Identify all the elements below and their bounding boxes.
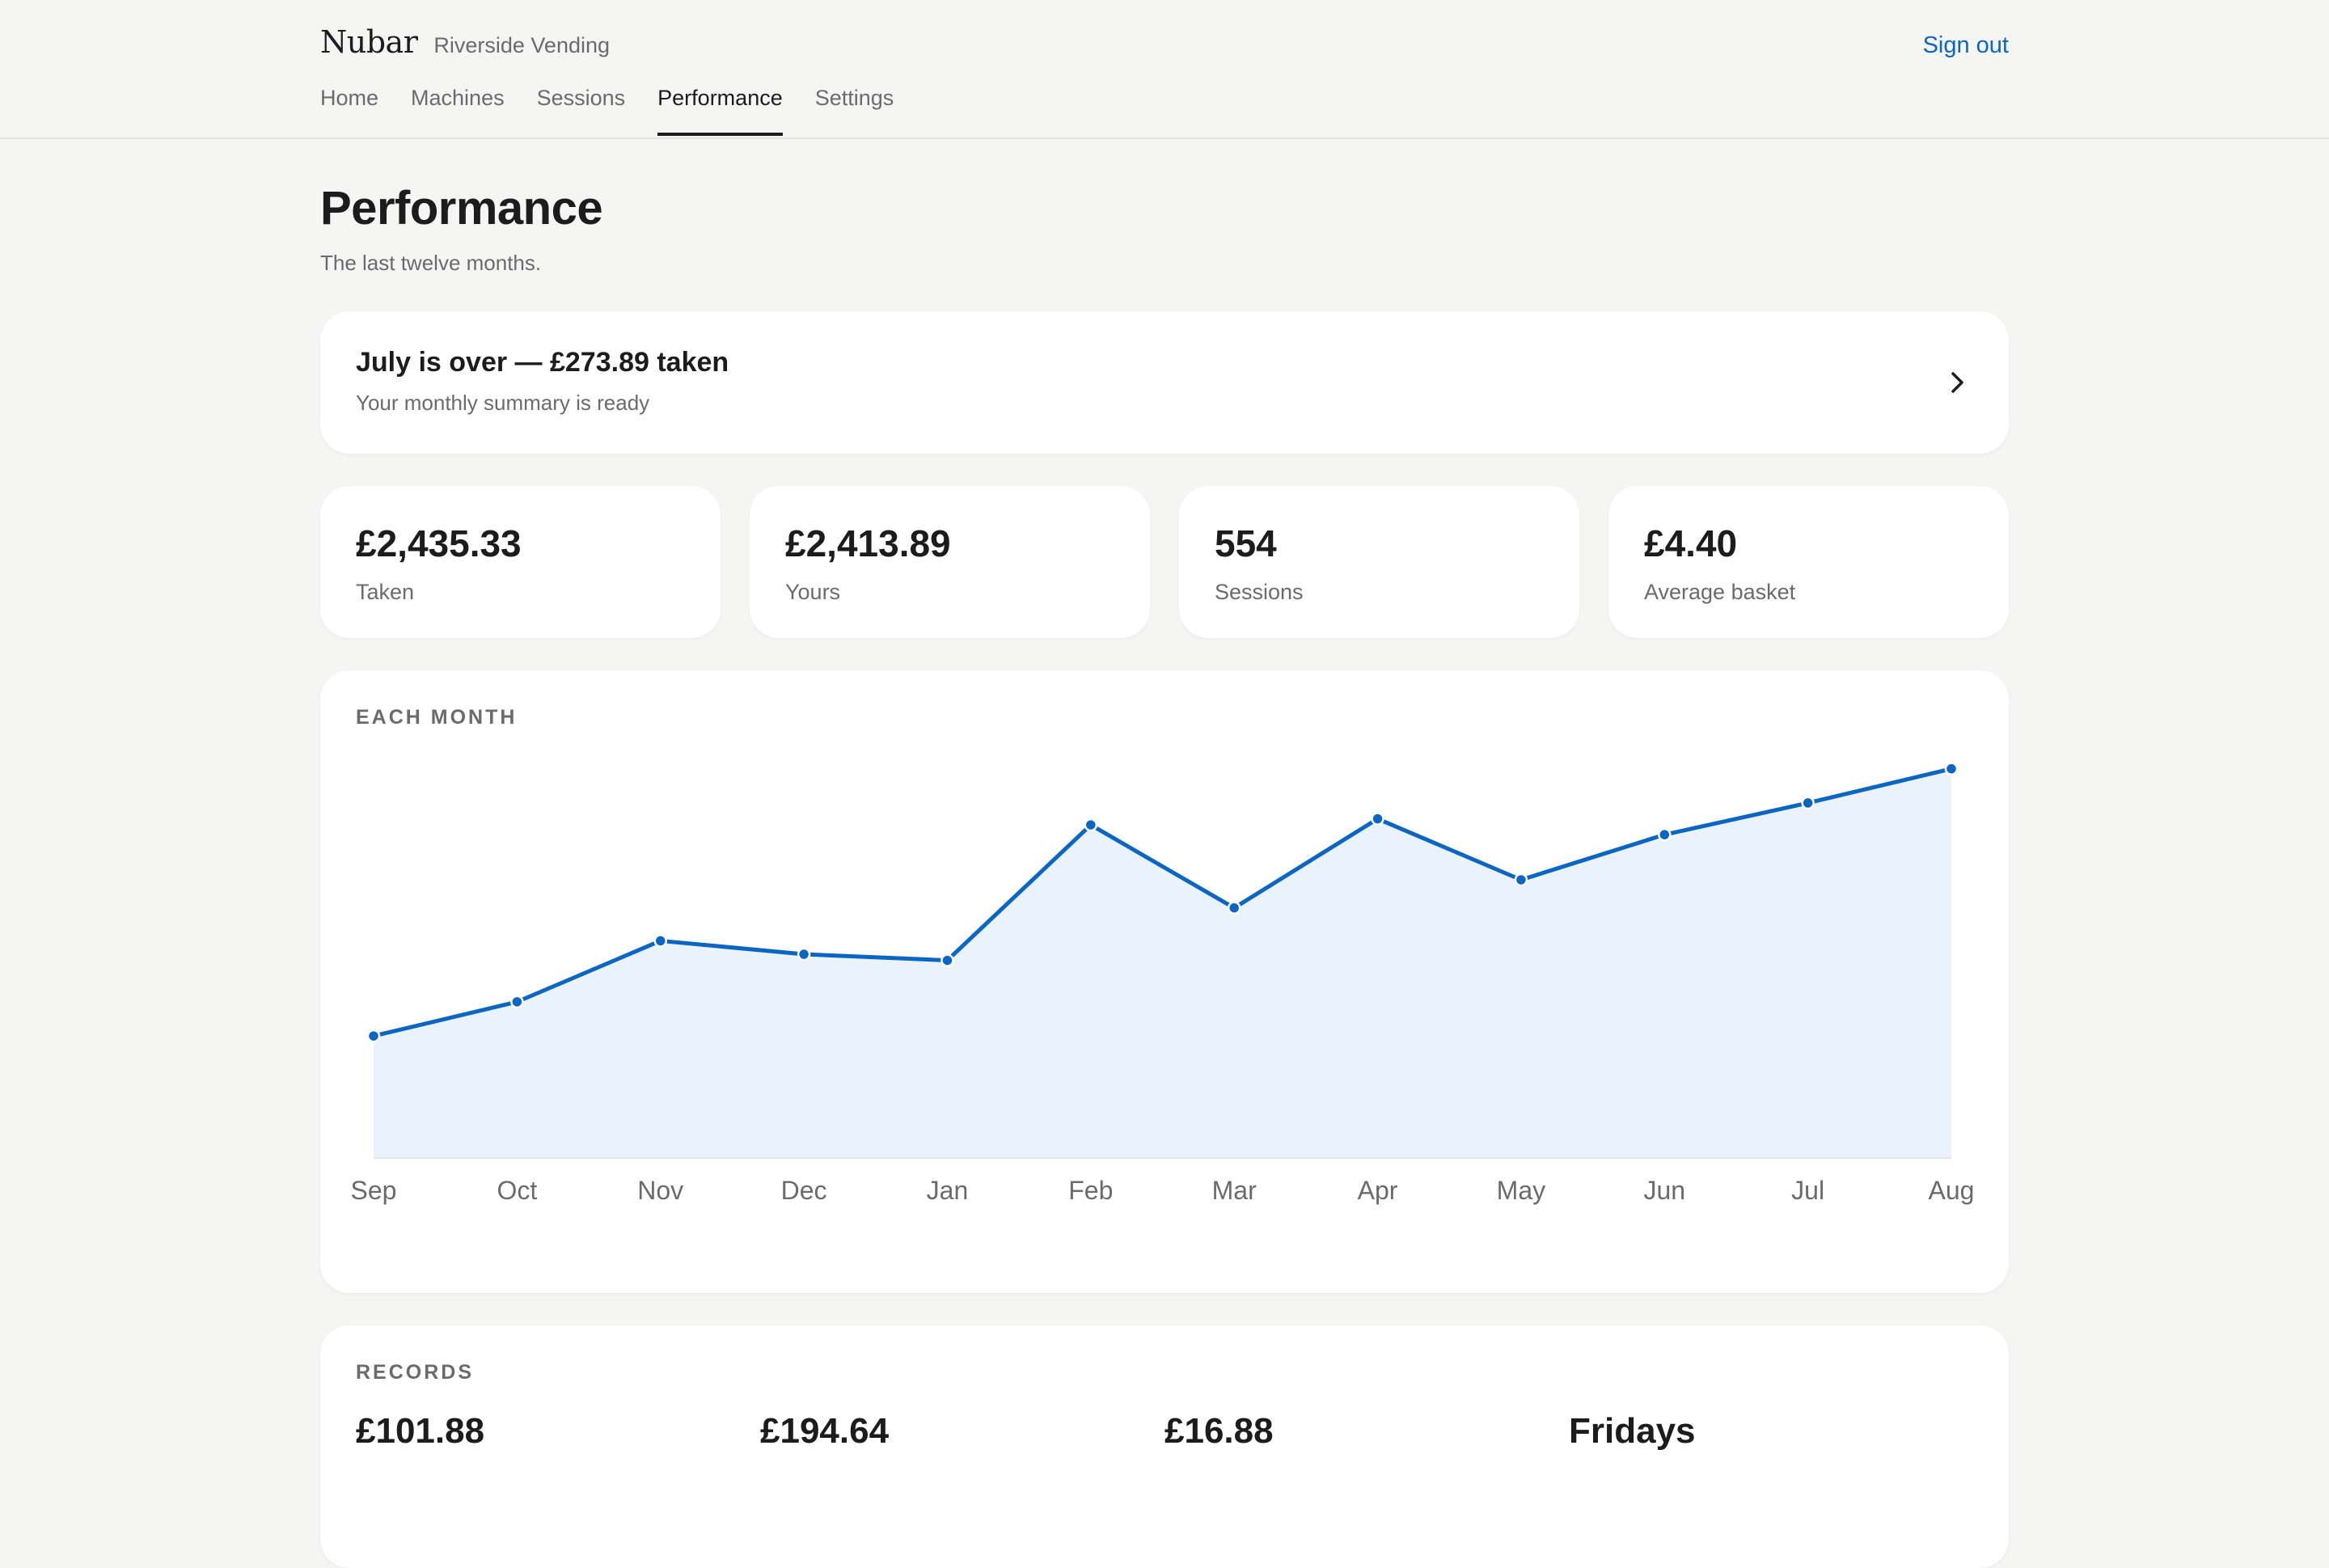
nav-performance[interactable]: Performance: [657, 86, 783, 136]
x-tick-label: Apr: [1358, 1176, 1398, 1205]
chart-point: [1371, 812, 1384, 826]
brand: Nubar Riverside Vending: [320, 24, 610, 60]
monthly-summary-banner[interactable]: July is over — £273.89 taken Your monthl…: [320, 311, 2009, 454]
x-tick-label: Sep: [351, 1176, 397, 1205]
stat-label: Sessions: [1215, 579, 1304, 604]
nav-sessions[interactable]: Sessions: [537, 86, 626, 136]
stat-label: Yours: [785, 579, 841, 604]
chart-point: [653, 933, 667, 948]
stat-value: 554: [1215, 522, 1277, 564]
x-tick-label: Jun: [1643, 1176, 1685, 1205]
chart-point: [797, 947, 811, 962]
x-tick-label: May: [1497, 1176, 1545, 1205]
stats-row: £2,435.33 Taken £2,413.89 Yours 554 Sess…: [320, 485, 2009, 638]
records-row: £101.88 £194.64 £16.88 Fridays: [356, 1411, 1973, 1452]
top-header: Nubar Riverside Vending Sign out Home Ma…: [0, 0, 2329, 139]
stat-label: Taken: [356, 579, 415, 604]
records-card: RECORDS £101.88 £194.64 £16.88 Fridays: [320, 1325, 2009, 1568]
x-tick-label: Oct: [497, 1176, 537, 1205]
page-title: Performance: [320, 182, 603, 235]
stat-value: £2,435.33: [356, 522, 522, 564]
banner-title: July is over — £273.89 taken: [356, 346, 729, 378]
records-section-label: RECORDS: [356, 1360, 475, 1384]
stat-card-yours: £2,413.89 Yours: [750, 485, 1150, 638]
x-tick-label: Nov: [637, 1176, 683, 1205]
x-tick-label: Dec: [781, 1176, 827, 1205]
chart-point: [366, 1029, 381, 1043]
banner-subtitle: Your monthly summary is ready: [356, 390, 650, 415]
chart-point: [1514, 873, 1528, 887]
nav-home[interactable]: Home: [320, 86, 378, 136]
x-tick-label: Mar: [1212, 1176, 1257, 1205]
chevron-right-icon: [1951, 372, 1963, 393]
main-nav: Home Machines Sessions Performance Setti…: [320, 86, 894, 136]
brand-name: Nubar: [320, 24, 418, 60]
stat-card-average-basket: £4.40 Average basket: [1608, 485, 2009, 638]
chart-point: [510, 995, 524, 1008]
stat-value: £4.40: [1644, 522, 1738, 564]
x-tick-label: Jul: [1791, 1176, 1824, 1205]
monthly-chart-card: EACH MONTH Sep Oct Nov Dec Jan Feb Mar Apr May Ju…: [320, 670, 2009, 1293]
stat-label: Average basket: [1644, 579, 1796, 604]
chart-point: [1227, 901, 1241, 915]
chart-point: [1944, 762, 1959, 776]
record-value: £16.88: [1164, 1410, 1274, 1451]
record-value: Fridays: [1569, 1410, 1696, 1451]
organization-name: Riverside Vending: [433, 33, 611, 57]
page-subtitle: The last twelve months.: [320, 250, 542, 275]
x-tick-label: Feb: [1068, 1176, 1113, 1205]
chart-point: [940, 953, 954, 967]
nav-settings[interactable]: Settings: [815, 86, 894, 136]
main-content: Performance The last twelve months. July…: [320, 139, 2009, 1568]
stat-value: £2,413.89: [785, 522, 951, 564]
stat-card-taken: £2,435.33 Taken: [320, 485, 721, 638]
chart-point: [1801, 796, 1815, 809]
stat-card-sessions: 554 Sessions: [1179, 485, 1579, 638]
header-inner: Nubar Riverside Vending Sign out Home Ma…: [320, 0, 2009, 137]
chart-point: [1658, 827, 1672, 842]
chart-point: [1084, 818, 1098, 832]
x-tick-label: Jan: [927, 1176, 969, 1205]
record-value: £194.64: [760, 1410, 890, 1451]
x-tick-label: Aug: [1929, 1176, 1975, 1205]
sign-out-link[interactable]: Sign out: [1923, 32, 2009, 59]
record-value: £101.88: [356, 1410, 485, 1451]
nav-machines[interactable]: Machines: [411, 86, 505, 136]
monthly-area-chart: Sep Oct Nov Dec Jan Feb Mar Apr May Jun Jul Aug: [351, 762, 1975, 1205]
